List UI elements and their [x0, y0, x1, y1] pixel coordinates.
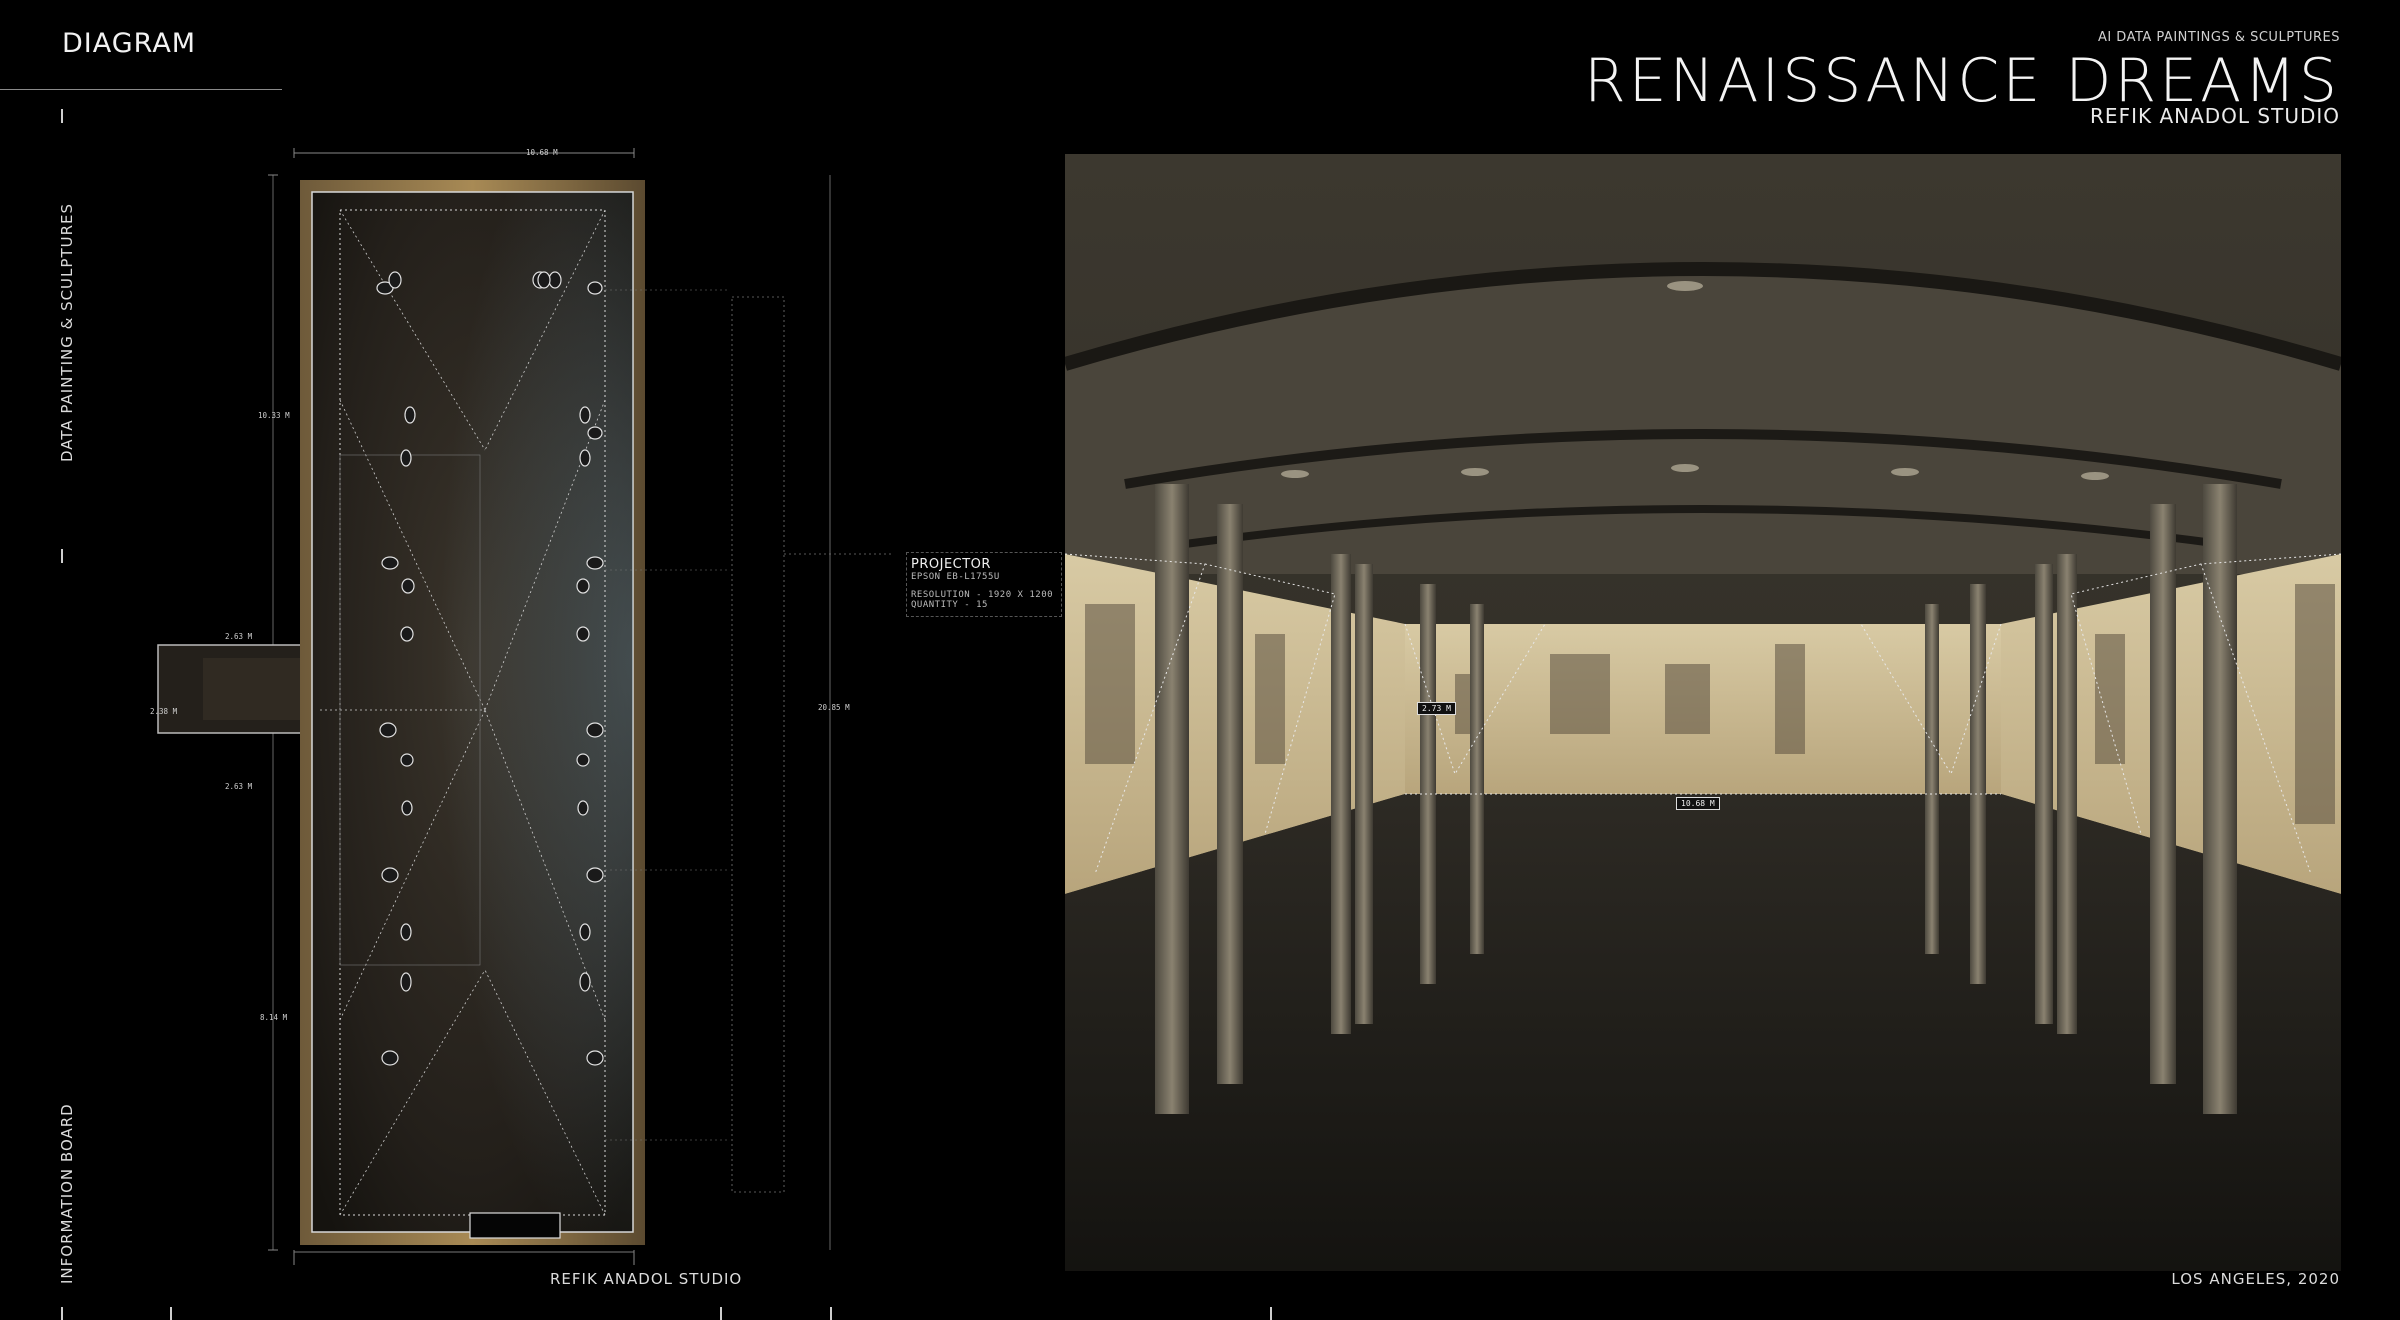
render-height-tag: 2.73 M [1417, 702, 1456, 715]
axis-tick [61, 109, 63, 123]
projector-callout: PROJECTOR EPSON EB-L1755U RESOLUTION - 1… [906, 552, 1063, 617]
footer-studio: REFIK ANADOL STUDIO [550, 1270, 743, 1288]
dim-upper-height: 10.33 M [258, 411, 290, 420]
section-title: DIAGRAM [62, 28, 197, 59]
axis-tick [170, 1307, 172, 1320]
dim-annex-height: 2.38 M [150, 707, 178, 716]
dim-lower-height: 8.14 M [260, 1013, 288, 1022]
interior-render [1065, 154, 2341, 1271]
dim-annex-bottom: 2.63 M [225, 782, 253, 791]
axis-tick [61, 1307, 63, 1320]
render-width-tag: 10.68 M [1676, 797, 1720, 810]
axis-tick [1270, 1307, 1272, 1320]
projector-model: EPSON EB-L1755U [911, 572, 1000, 582]
header-divider [0, 89, 282, 90]
dim-width-top: 10.68 M [526, 148, 558, 157]
dim-total-height: 20.85 M [818, 703, 850, 712]
side-label-top: DATA PAINTING & SCULPTURES [58, 202, 76, 462]
studio-name: REFIK ANADOL STUDIO [2090, 104, 2340, 128]
axis-tick [830, 1307, 832, 1320]
side-label-bottom: INFORMATION BOARD [58, 1103, 76, 1284]
page-subtitle: AI DATA PAINTINGS & SCULPTURES [2097, 30, 2340, 45]
axis-tick [61, 549, 63, 563]
projector-title: PROJECTOR [911, 557, 991, 572]
floor-plan [157, 148, 892, 1265]
projector-resolution: RESOLUTION - 1920 X 1200 [911, 590, 1054, 600]
projector-quantity: QUANTITY - 15 [911, 600, 988, 610]
footer-location: LOS ANGELES, 2020 [2171, 1270, 2340, 1288]
dim-annex-top: 2.63 M [225, 632, 253, 641]
axis-tick [720, 1307, 722, 1320]
